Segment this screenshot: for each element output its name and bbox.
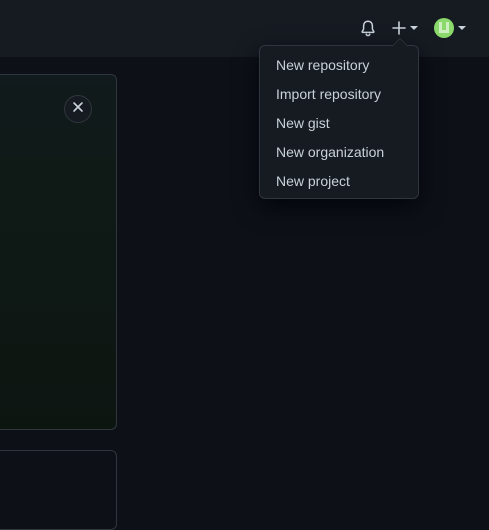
menu-item-import-repository[interactable]: Import repository [260,80,418,109]
create-new-button[interactable] [392,18,422,38]
avatar [434,18,454,38]
menu-item-new-gist[interactable]: New gist [260,109,418,138]
banner-card [0,74,117,430]
menu-item-new-repository[interactable]: New repository [260,51,418,80]
caret-down-icon [458,26,466,30]
dismiss-button[interactable] [64,95,92,123]
caret-down-icon [410,26,418,30]
menu-item-new-project[interactable]: New project [260,167,418,196]
create-new-dropdown-menu: New repository Import repository New gis… [259,38,419,199]
content-card [0,450,117,530]
close-icon [72,100,84,118]
menu-item-new-organization[interactable]: New organization [260,138,418,167]
notifications-bell-icon[interactable] [359,19,377,37]
user-menu-button[interactable] [434,17,470,39]
plus-icon [392,21,406,35]
